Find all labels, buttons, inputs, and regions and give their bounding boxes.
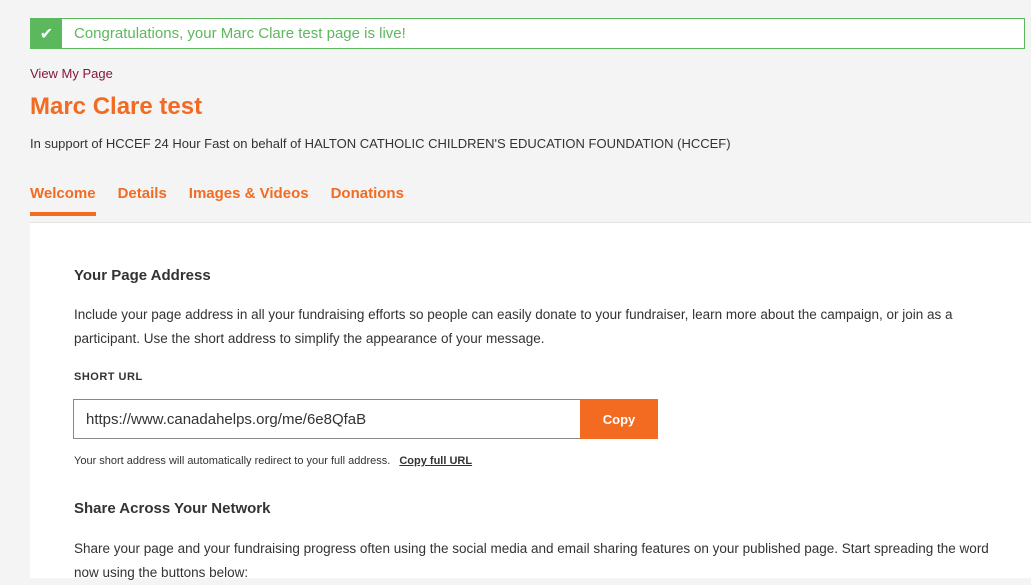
- view-my-page-link[interactable]: View My Page: [30, 66, 113, 81]
- check-icon: ✔: [31, 19, 62, 48]
- share-heading: Share Across Your Network: [74, 500, 271, 517]
- redirect-note: Your short address will automatically re…: [74, 455, 472, 467]
- tab-welcome[interactable]: Welcome: [30, 185, 96, 216]
- copy-button[interactable]: Copy: [580, 399, 658, 439]
- short-url-row: Copy: [73, 399, 658, 439]
- page-address-heading: Your Page Address: [74, 267, 211, 284]
- page: ✔ Congratulations, your Marc Clare test …: [0, 0, 1031, 580]
- success-banner: ✔ Congratulations, your Marc Clare test …: [30, 18, 1025, 49]
- short-url-input[interactable]: [73, 399, 580, 439]
- tab-details[interactable]: Details: [118, 185, 167, 214]
- tab-donations[interactable]: Donations: [331, 185, 404, 214]
- banner-message: Congratulations, your Marc Clare test pa…: [74, 25, 406, 42]
- tab-images-videos[interactable]: Images & Videos: [189, 185, 309, 214]
- page-title: Marc Clare test: [30, 93, 203, 120]
- copy-full-url-link[interactable]: Copy full URL: [399, 455, 472, 467]
- redirect-text: Your short address will automatically re…: [74, 455, 391, 467]
- welcome-panel: Your Page Address Include your page addr…: [30, 222, 1031, 580]
- page-address-description: Include your page address in all your fu…: [74, 307, 953, 346]
- share-description: Share your page and your fundraising pro…: [74, 541, 989, 580]
- support-text: In support of HCCEF 24 Hour Fast on beha…: [30, 136, 731, 151]
- tab-bar: Welcome Details Images & Videos Donation…: [30, 185, 426, 216]
- short-url-label: SHORT URL: [74, 371, 143, 383]
